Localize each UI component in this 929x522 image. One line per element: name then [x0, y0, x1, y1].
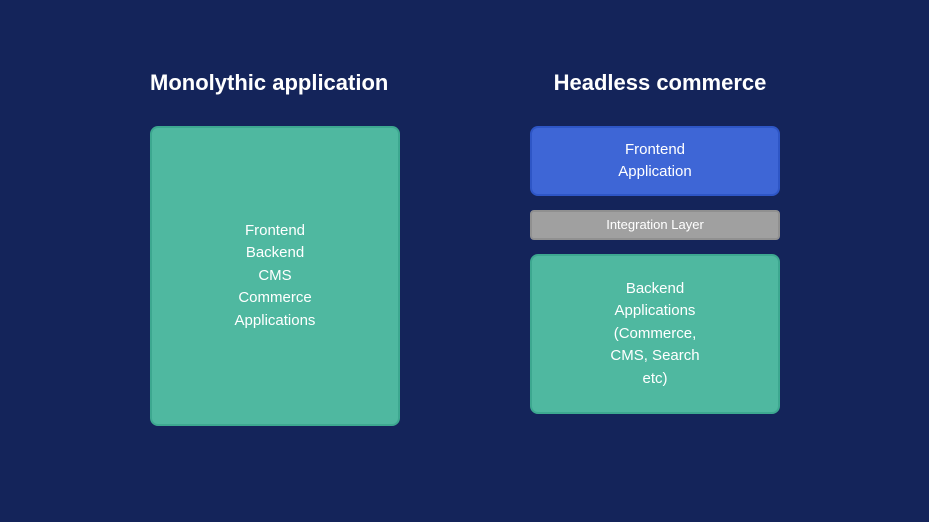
- monolythic-heading: Monolythic application: [150, 70, 410, 96]
- backend-line2: Applications: [615, 300, 696, 323]
- backend-line4: CMS, Search: [610, 345, 699, 368]
- backend-line3: (Commerce,: [614, 323, 697, 346]
- frontend-line2: Application: [618, 161, 691, 184]
- mono-line-applications: Applications: [235, 310, 316, 333]
- backend-line1: Backend: [626, 278, 684, 301]
- mono-line-commerce: Commerce: [238, 287, 311, 310]
- mono-line-cms: CMS: [258, 265, 291, 288]
- headless-column: Headless commerce Frontend Application I…: [530, 70, 790, 426]
- backend-line5: etc): [642, 368, 667, 391]
- frontend-line1: Frontend: [625, 139, 685, 162]
- frontend-box: Frontend Application: [530, 126, 780, 196]
- mono-line-frontend: Frontend: [245, 220, 305, 243]
- backend-box: Backend Applications (Commerce, CMS, Sea…: [530, 254, 780, 414]
- monolythic-column: Monolythic application Frontend Backend …: [150, 70, 410, 426]
- headless-heading: Headless commerce: [530, 70, 790, 96]
- integration-box: Integration Layer: [530, 210, 780, 240]
- monolythic-box: Frontend Backend CMS Commerce Applicatio…: [150, 126, 400, 426]
- diagram-container: Monolythic application Frontend Backend …: [0, 0, 929, 426]
- integration-label: Integration Layer: [606, 215, 704, 235]
- mono-line-backend: Backend: [246, 242, 304, 265]
